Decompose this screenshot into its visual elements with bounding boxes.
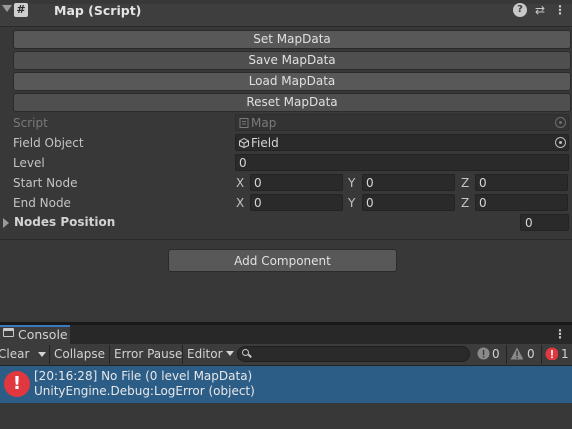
search-icon xyxy=(242,349,249,356)
info-count[interactable]: 0 xyxy=(492,347,500,361)
field-object-label: Field Object xyxy=(13,136,84,150)
start-node-z-label: Z xyxy=(461,176,470,190)
clear-options-dropdown[interactable] xyxy=(35,348,46,362)
start-node-x-label: X xyxy=(236,176,245,190)
component-title: Map (Script) xyxy=(54,3,142,18)
help-icon[interactable]: ? xyxy=(513,3,527,17)
kebab-menu-icon[interactable]: ⋮ xyxy=(554,327,566,341)
toolbar-separator xyxy=(182,345,183,364)
object-picker-icon xyxy=(555,117,566,128)
script-icon: # xyxy=(14,3,28,17)
chevron-down-icon xyxy=(38,352,46,357)
console-search-input[interactable] xyxy=(237,346,470,362)
info-count-icon xyxy=(477,347,490,360)
end-node-label: End Node xyxy=(13,196,71,210)
console-log-list xyxy=(0,403,572,429)
field-object-value: Field xyxy=(251,136,279,150)
start-node-x-field[interactable]: 0 xyxy=(250,174,343,191)
divider xyxy=(0,239,572,240)
warning-count[interactable]: 0 xyxy=(527,347,535,361)
end-node-y-field[interactable]: 0 xyxy=(362,194,455,211)
toolbar-separator xyxy=(541,345,542,364)
error-count-icon xyxy=(545,347,558,360)
script-field: Map xyxy=(235,114,569,131)
level-field[interactable]: 0 xyxy=(235,154,569,171)
end-node-x-field[interactable]: 0 xyxy=(250,194,343,211)
log-message: [20:16:28] No File (0 level MapData) xyxy=(34,369,253,383)
foldout-collapsed-icon[interactable] xyxy=(3,218,9,228)
gameobject-icon xyxy=(239,136,249,149)
start-node-y-field[interactable]: 0 xyxy=(362,174,455,191)
clear-button[interactable]: Clear xyxy=(0,347,29,361)
log-stacktrace-line: UnityEngine.Debug:LogError (object) xyxy=(34,384,255,398)
start-node-z-field[interactable]: 0 xyxy=(475,174,568,191)
chevron-down-icon xyxy=(225,351,234,356)
end-node-y-label: Y xyxy=(348,196,356,210)
script-value: Map xyxy=(251,116,277,130)
script-label: Script xyxy=(13,116,48,130)
start-node-y-label: Y xyxy=(348,176,356,190)
console-window-icon xyxy=(3,328,14,337)
reset-mapdata-button[interactable]: Reset MapData xyxy=(13,93,571,112)
level-label: Level xyxy=(13,156,45,170)
set-mapdata-button[interactable]: Set MapData xyxy=(13,30,571,49)
error-icon: ! xyxy=(4,371,30,397)
end-node-z-field[interactable]: 0 xyxy=(475,194,568,211)
nodes-position-size-field[interactable]: 0 xyxy=(520,214,569,231)
field-object-field[interactable]: Field xyxy=(235,134,569,151)
nodes-position-label[interactable]: Nodes Position xyxy=(14,215,115,229)
error-pause-toggle[interactable]: Error Pause xyxy=(114,347,182,361)
warning-count-icon xyxy=(510,347,523,360)
end-node-x-label: X xyxy=(236,196,245,210)
kebab-menu-icon[interactable]: ⋮ xyxy=(553,3,567,17)
collapse-toggle[interactable]: Collapse xyxy=(54,347,105,361)
object-picker-icon[interactable] xyxy=(555,137,566,148)
toolbar-separator xyxy=(109,345,110,364)
script-asset-icon xyxy=(239,116,249,128)
editor-dropdown[interactable]: Editor xyxy=(187,347,234,361)
console-tab-bar xyxy=(0,325,572,344)
load-mapdata-button[interactable]: Load MapData xyxy=(13,72,571,91)
error-count[interactable]: 1 xyxy=(561,347,569,361)
console-tab-label: Console xyxy=(18,327,68,342)
toolbar-separator xyxy=(506,345,507,364)
add-component-button[interactable]: Add Component xyxy=(168,249,397,272)
editor-dropdown-label: Editor xyxy=(187,347,223,361)
toolbar-separator xyxy=(49,345,50,364)
foldout-expanded-icon[interactable] xyxy=(2,5,12,12)
start-node-label: Start Node xyxy=(13,176,78,190)
save-mapdata-button[interactable]: Save MapData xyxy=(13,51,571,70)
end-node-z-label: Z xyxy=(461,196,470,210)
preset-icon[interactable]: ⇄ xyxy=(533,3,547,17)
